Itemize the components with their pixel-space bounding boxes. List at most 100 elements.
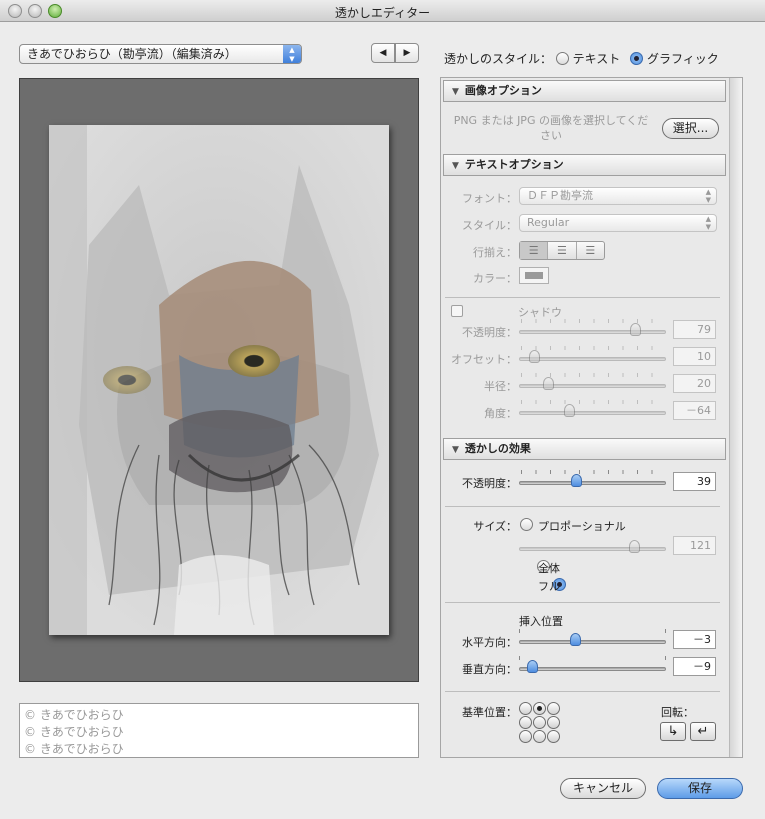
anchor-bottom-left[interactable] — [519, 730, 532, 743]
shadow-radius-label: 半径： — [484, 380, 517, 393]
rotate-label: 回転： — [661, 706, 694, 719]
shadow-label: シャドウ — [518, 306, 562, 319]
fit-label: 全体 — [538, 562, 560, 575]
preview-area — [19, 78, 419, 682]
alignment-label: 行揃え： — [473, 246, 517, 259]
shadow-offset-slider[interactable] — [519, 346, 666, 363]
text-options-header[interactable]: ▼ テキストオプション — [443, 154, 726, 176]
shadow-offset-label: オフセット： — [451, 353, 517, 366]
rotate-left-icon: ↵ — [697, 724, 709, 739]
rotate-clockwise-button[interactable]: ↳ — [660, 722, 686, 741]
shadow-opacity-value[interactable]: 79 — [673, 320, 716, 339]
inset-label: 挿入位置 — [519, 615, 563, 628]
slider-thumb[interactable] — [527, 660, 539, 673]
popup-arrows-icon: ▲ ▼ — [283, 45, 301, 63]
text-style-radio[interactable] — [555, 52, 569, 65]
vertical-value[interactable]: －9 — [673, 657, 716, 676]
shadow-angle-slider[interactable] — [519, 400, 666, 417]
size-label: サイズ： — [473, 520, 517, 533]
align-right-icon[interactable]: ☰ — [575, 242, 604, 259]
font-popup[interactable]: ＤＦＰ勘亭流 ▲ ▼ — [519, 187, 717, 205]
align-center-icon[interactable]: ☰ — [547, 242, 575, 259]
graphic-style-label: グラフィック — [646, 52, 719, 66]
title-bar: 透かしエディター — [0, 0, 765, 22]
font-label: フォント： — [462, 192, 517, 205]
watermark-text-line: © きあでひおらひ — [24, 742, 124, 756]
fill-label: フル — [538, 580, 560, 593]
effect-opacity-slider[interactable] — [519, 470, 666, 487]
disclosure-triangle-icon: ▼ — [452, 445, 459, 455]
horizontal-value[interactable]: －3 — [673, 630, 716, 649]
choose-image-button[interactable]: 選択... — [662, 118, 719, 139]
popup-arrows-icon: ▲ ▼ — [705, 188, 711, 204]
options-scrollbar[interactable] — [729, 78, 742, 757]
slider-thumb[interactable] — [563, 404, 575, 417]
divider — [445, 506, 720, 507]
shadow-opacity-label: 不透明度： — [462, 326, 517, 339]
vertical-slider[interactable] — [519, 656, 666, 673]
disclosure-triangle-icon: ▼ — [452, 161, 459, 171]
slider-thumb[interactable] — [630, 323, 642, 336]
shadow-radius-slider[interactable] — [519, 373, 666, 390]
shadow-checkbox[interactable] — [451, 305, 463, 317]
image-hint-text: PNG または JPG の画像を選択してください — [453, 114, 649, 142]
shadow-opacity-slider[interactable] — [519, 319, 666, 336]
preset-popup[interactable]: きあでひおらひ（勘亭流）（編集済み） ▲ ▼ — [19, 44, 302, 64]
preview-photo — [49, 125, 389, 635]
shadow-angle-value[interactable]: －64 — [673, 401, 716, 420]
graphic-style-radio[interactable] — [630, 52, 644, 65]
slider-thumb[interactable] — [628, 540, 640, 553]
text-style-label: テキスト — [572, 52, 621, 66]
rotate-counterclockwise-button[interactable]: ↵ — [690, 722, 716, 741]
color-well[interactable] — [519, 267, 549, 284]
alignment-segmented-control: ☰ ☰ ☰ — [519, 241, 605, 260]
cancel-button[interactable]: キャンセル — [560, 778, 646, 799]
shadow-radius-value[interactable]: 20 — [673, 374, 716, 393]
previous-preset-button[interactable]: ◀ — [371, 43, 395, 63]
effect-opacity-value[interactable]: 39 — [673, 472, 716, 491]
anchor-label: 基準位置： — [462, 706, 517, 719]
image-options-header[interactable]: ▼ 画像オプション — [443, 80, 726, 102]
style-label: スタイル： — [462, 219, 517, 232]
align-left-icon[interactable]: ☰ — [520, 242, 548, 259]
watermark-style-group: 透かしのスタイル： テキスト グラフィック — [444, 50, 719, 67]
preset-value: きあでひおらひ（勘亭流）（編集済み） — [27, 47, 237, 61]
slider-thumb[interactable] — [528, 350, 540, 363]
watermark-text-area[interactable]: © きあでひおらひ © きあでひおらひ © きあでひおらひ — [19, 703, 419, 758]
slider-thumb[interactable] — [543, 377, 555, 390]
watermark-style-label: 透かしのスタイル： — [444, 52, 553, 66]
anchor-center[interactable] — [533, 716, 546, 729]
color-label: カラー： — [473, 272, 517, 285]
popup-arrows-icon: ▲ ▼ — [705, 215, 711, 231]
shadow-angle-label: 角度： — [484, 407, 517, 420]
style-popup[interactable]: Regular ▲ ▼ — [519, 214, 717, 232]
divider — [445, 602, 720, 603]
effects-header[interactable]: ▼ 透かしの効果 — [443, 438, 726, 460]
anchor-middle-right[interactable] — [547, 716, 560, 729]
proportional-radio[interactable] — [520, 518, 533, 531]
anchor-bottom-center[interactable] — [533, 730, 546, 743]
proportional-value[interactable]: 121 — [673, 536, 716, 555]
vertical-label: 垂直方向： — [462, 663, 517, 676]
divider — [445, 297, 720, 298]
next-preset-button[interactable]: ▶ — [395, 43, 419, 63]
anchor-top-center[interactable] — [533, 702, 546, 715]
effect-opacity-label: 不透明度： — [462, 477, 517, 490]
proportional-slider[interactable] — [519, 540, 666, 553]
slider-thumb[interactable] — [571, 474, 583, 487]
cat-photo-image — [49, 125, 389, 635]
options-panel: ▼ 画像オプション PNG または JPG の画像を選択してください 選択... … — [440, 77, 743, 758]
anchor-grid — [519, 702, 561, 744]
window-title: 透かしエディター — [334, 6, 431, 20]
watermark-text-line: © きあでひおらひ — [24, 725, 124, 739]
anchor-top-left[interactable] — [519, 702, 532, 715]
anchor-top-right[interactable] — [547, 702, 560, 715]
shadow-offset-value[interactable]: 10 — [673, 347, 716, 366]
divider — [445, 691, 720, 692]
save-button[interactable]: 保存 — [657, 778, 743, 799]
anchor-bottom-right[interactable] — [547, 730, 560, 743]
slider-thumb[interactable] — [569, 633, 581, 646]
disclosure-triangle-icon: ▼ — [452, 87, 459, 97]
anchor-middle-left[interactable] — [519, 716, 532, 729]
horizontal-slider[interactable] — [519, 629, 666, 646]
